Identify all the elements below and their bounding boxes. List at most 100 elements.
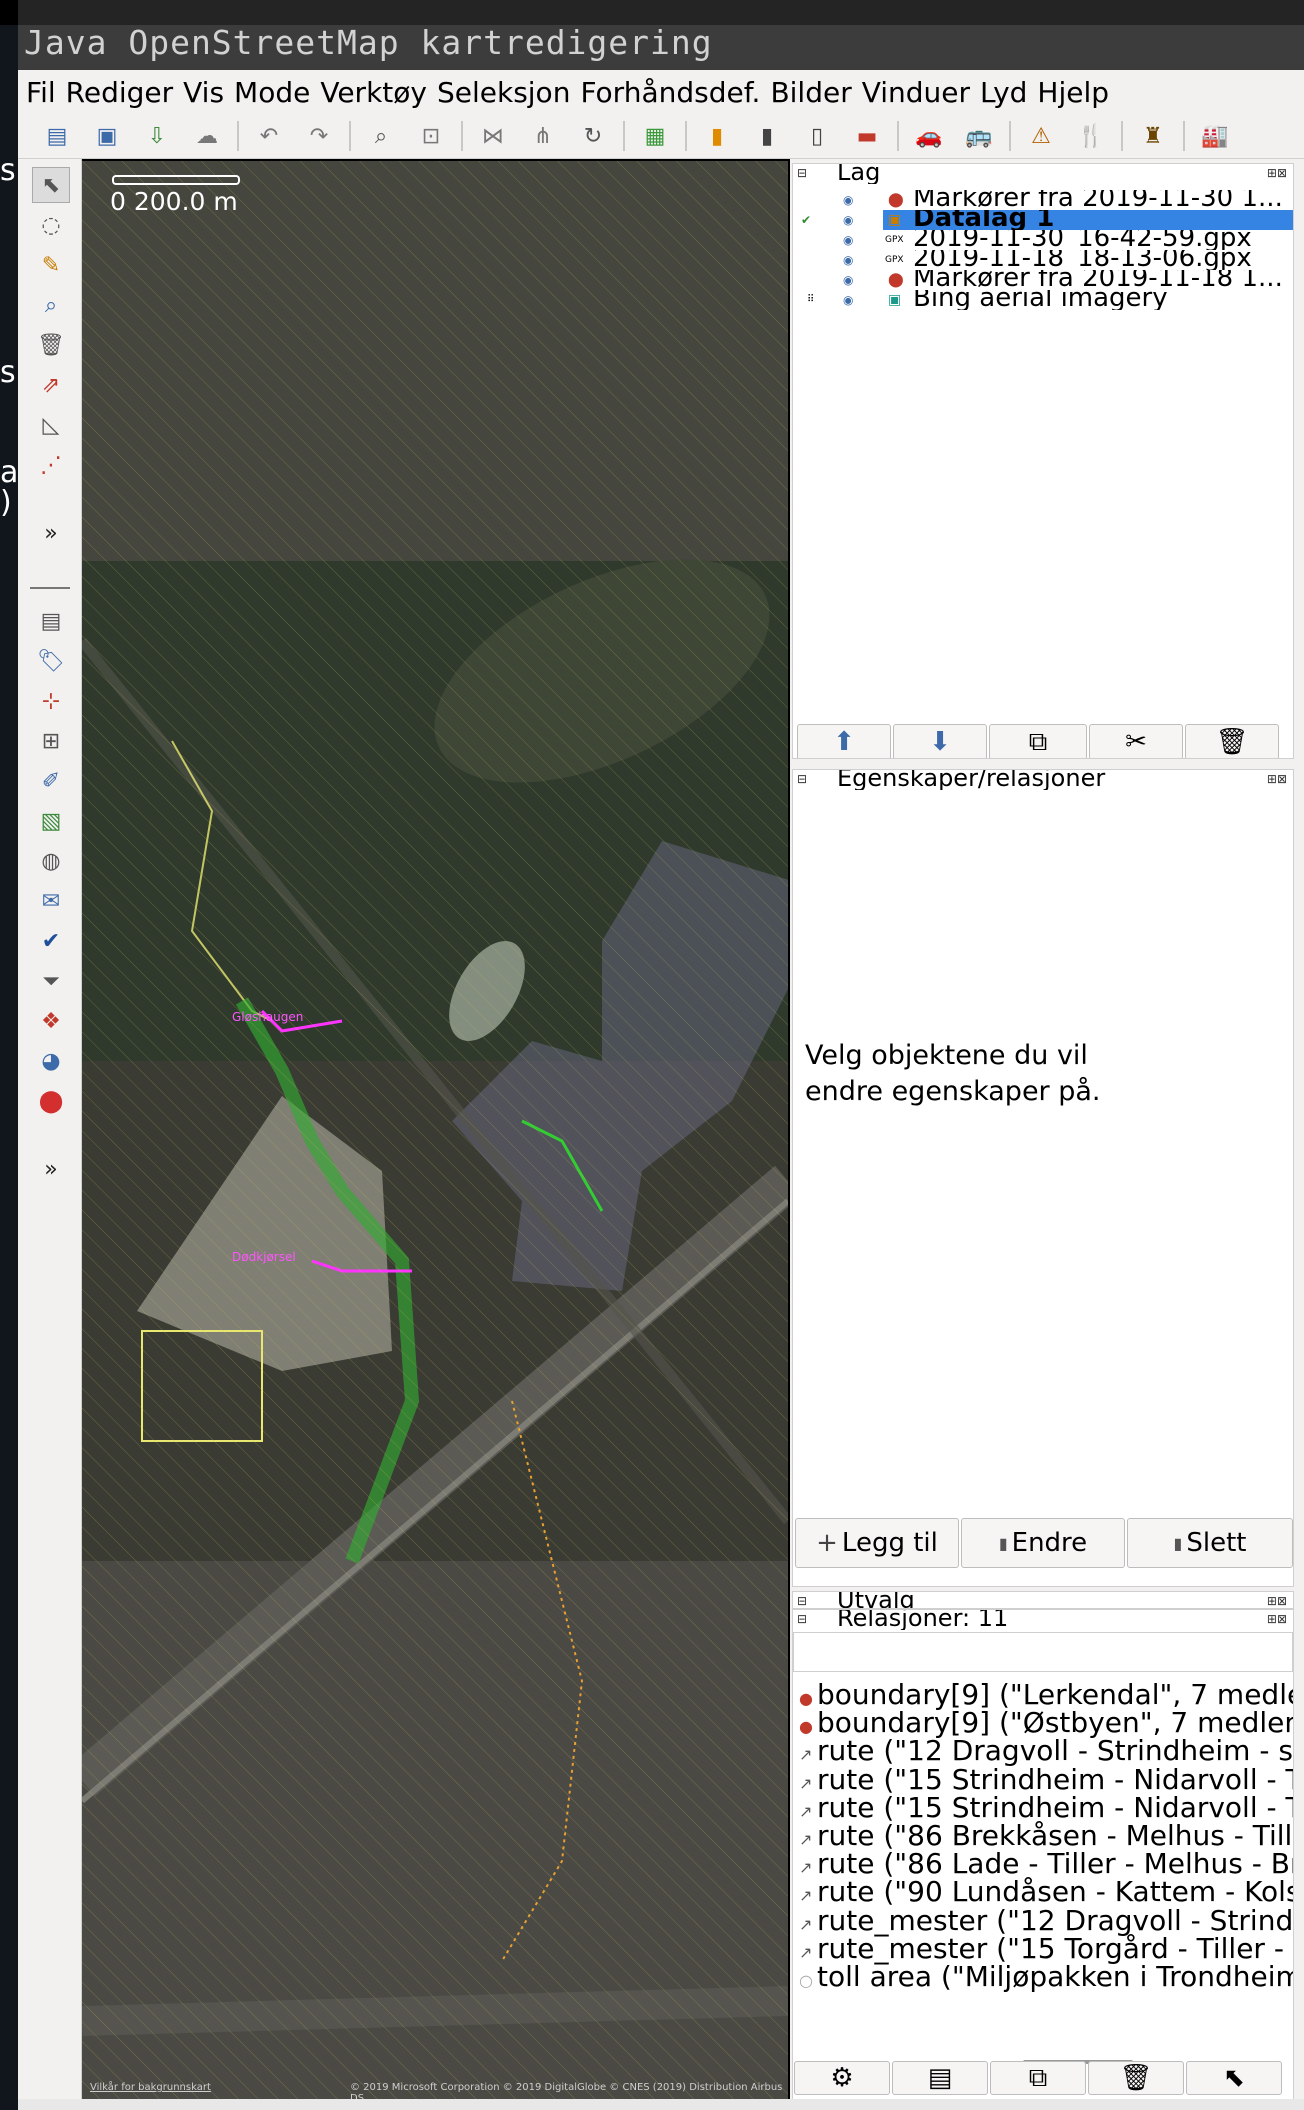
bus-icon[interactable]: 🚌 [961, 118, 997, 154]
panel-controls-icon[interactable]: ⊞⊠ [1267, 772, 1287, 786]
menu-forhandsdef[interactable]: Forhåndsdef. [578, 76, 768, 109]
save-icon[interactable]: ▣ [89, 118, 125, 154]
map-paint-icon[interactable]: ◕ [32, 1043, 70, 1079]
lasso-tool-icon[interactable]: ◌ [32, 207, 70, 243]
zoom-fit-icon[interactable]: ⊡ [413, 118, 449, 154]
menu-seleksjon[interactable]: Seleksjon [435, 76, 578, 109]
menu-vinduer[interactable]: Vinduer [860, 76, 978, 109]
selection-panel-header[interactable]: ⊟ Utvalg ⊞⊠ [793, 1592, 1293, 1608]
notes-toggle-icon[interactable]: ✉ [32, 883, 70, 919]
relation-filter-input[interactable] [793, 1632, 1293, 1672]
parking-icon[interactable]: ▬ [849, 118, 885, 154]
title-bar[interactable]: Java OpenStreetMap kartredigering [18, 0, 1304, 70]
map-view[interactable]: Gløshaugen Dødkjørsel 0 200.0 m Vilkår f… [82, 161, 788, 2100]
warning-icon[interactable]: ⚠ [1023, 118, 1059, 154]
panel-controls-icon[interactable]: ⊞⊠ [1267, 1594, 1287, 1608]
eye-icon[interactable]: ◉ [843, 250, 853, 270]
collapse-icon[interactable]: ⊟ [797, 772, 807, 786]
layer-row-active[interactable]: ✔ ◉ ▣ Datalag 1 [793, 210, 1293, 230]
properties-button-row: + Legg til ▮ Endre ▮ Slett [795, 1518, 1293, 1568]
traffic-light-icon[interactable]: ▮ [699, 118, 735, 154]
move-up-icon[interactable]: ⬆ [797, 724, 891, 758]
layer-row[interactable]: ◉ ⬤ Markører fra 2019-11-30 1... [793, 190, 1293, 210]
collapse-icon[interactable]: ⊟ [797, 1594, 807, 1608]
extrude-tool-icon[interactable]: ⋰ [32, 447, 70, 483]
layers-toggle-icon[interactable]: ▤ [32, 603, 70, 639]
menu-fil[interactable]: Fil [24, 76, 64, 109]
draw-tool-icon[interactable]: ✎ [32, 247, 70, 283]
menu-rediger[interactable]: Rediger [64, 76, 182, 109]
menu-vis[interactable]: Vis [181, 76, 232, 109]
delete-layer-icon[interactable]: 🗑 [1185, 724, 1279, 758]
menu-lyd[interactable]: Lyd [978, 76, 1035, 109]
delete-tag-button[interactable]: ▮ Slett [1127, 1518, 1293, 1568]
zoom-tool-icon[interactable]: ⌕ [32, 287, 70, 323]
zoom-area-icon[interactable]: ⌕ [363, 118, 399, 154]
layer-row[interactable]: ◉ GPX 2019-11-30_16-42-59.gpx [793, 230, 1293, 250]
menu-mode[interactable]: Mode [232, 76, 318, 109]
relations-panel-header[interactable]: ⊟ Relasjoner: 11 ⊞⊠ [793, 1610, 1293, 1630]
move-down-icon[interactable]: ⬇ [893, 724, 987, 758]
menu-verktoy[interactable]: Verktøy [318, 76, 435, 109]
panel-controls-icon[interactable]: ⊞⊠ [1267, 1612, 1287, 1626]
history-toggle-icon[interactable]: ◍ [32, 843, 70, 879]
eye-icon[interactable]: ◉ [843, 210, 853, 230]
relation-settings-icon[interactable]: ⚙ [794, 2061, 890, 2095]
collapse-icon[interactable]: ⊟ [797, 1612, 807, 1626]
delete-tool-icon[interactable]: 🗑 [32, 327, 70, 363]
marker-pin-icon[interactable]: ⬤ [32, 1083, 70, 1119]
layers-panel-header[interactable]: ⊟ Lag ⊞⊠ [793, 164, 1293, 184]
collapse-icon[interactable]: ⊟ [797, 166, 807, 180]
upload-icon[interactable]: ☁ [189, 118, 225, 154]
layer-row[interactable]: ◉ ⬤ Markører fra 2019-11-18 1... [793, 270, 1293, 290]
edit-tag-button[interactable]: ▮ Endre [961, 1518, 1125, 1568]
properties-panel-header[interactable]: ⊟ Egenskaper/relasjoner ⊞⊠ [793, 770, 1293, 790]
merge-layer-icon[interactable]: ⧉ [989, 724, 1087, 758]
download-icon[interactable]: ⇩ [139, 118, 175, 154]
commands-toggle-icon[interactable]: ✐ [32, 763, 70, 799]
merge-icon[interactable]: ⋈ [475, 118, 511, 154]
castle-icon[interactable]: ♜ [1135, 118, 1171, 154]
relation-duplicate-icon[interactable]: ⧉ [990, 2061, 1086, 2095]
menu-hjelp[interactable]: Hjelp [1035, 76, 1117, 109]
relation-edit-icon[interactable]: ▤ [892, 2061, 988, 2095]
industry-icon[interactable]: 🏭 [1197, 118, 1233, 154]
drag-handle-icon[interactable]: ⠿ [807, 290, 814, 310]
eye-icon[interactable]: ◉ [843, 270, 853, 290]
relations-toggle-icon[interactable]: ⊞ [32, 723, 70, 759]
layer-row[interactable]: ◉ GPX 2019-11-18_18-13-06.gpx [793, 250, 1293, 270]
relation-delete-icon[interactable]: 🗑 [1088, 2061, 1184, 2095]
eye-icon[interactable]: ◉ [843, 190, 853, 210]
restaurant-icon[interactable]: 🍴 [1073, 118, 1109, 154]
duplicate-layer-icon[interactable]: ✂ [1089, 724, 1183, 758]
parallel-tool-icon[interactable]: ⇗ [32, 367, 70, 403]
attribution-link[interactable]: Vilkår for bakgrunnskart [90, 2082, 211, 2093]
validator-check-icon[interactable]: ✔ [32, 923, 70, 959]
layer-row[interactable]: ⠿ ◉ ▣ Bing aerial imagery [793, 290, 1293, 310]
select-tool-icon[interactable]: ⬉ [32, 167, 70, 203]
tags-toggle-icon[interactable]: 🏷 [32, 643, 70, 679]
authors-toggle-icon[interactable]: ❖ [32, 1003, 70, 1039]
car-icon[interactable]: 🚗 [911, 118, 947, 154]
undo-icon[interactable]: ↶ [251, 118, 287, 154]
selection-toggle-icon[interactable]: ⊹ [32, 683, 70, 719]
add-tag-button[interactable]: + Legg til [795, 1518, 959, 1568]
validation-toggle-icon[interactable]: ▧ [32, 803, 70, 839]
building-icon[interactable]: ▮ [749, 118, 785, 154]
filter-toggle-icon[interactable]: ⏷ [32, 963, 70, 999]
redo-icon[interactable]: ↷ [301, 118, 337, 154]
improve-way-tool-icon[interactable]: ◺ [32, 407, 70, 443]
relation-list-item[interactable]: ○ toll area ("Miljøpakken i Trondheim", [799, 1960, 1293, 1996]
panel-controls-icon[interactable]: ⊞⊠ [1267, 166, 1287, 180]
split-icon[interactable]: ⋔ [525, 118, 561, 154]
refresh-icon[interactable]: ↻ [575, 118, 611, 154]
eye-icon[interactable]: ◉ [843, 230, 853, 250]
more-tools-icon[interactable]: » [32, 515, 70, 551]
eye-icon[interactable]: ◉ [843, 290, 853, 310]
grid-icon[interactable]: ▦ [637, 118, 673, 154]
relation-select-icon[interactable]: ⬉ [1186, 2061, 1282, 2095]
tower-icon[interactable]: ▯ [799, 118, 835, 154]
open-file-icon[interactable]: ▤ [39, 118, 75, 154]
more-toggles-icon[interactable]: » [32, 1151, 70, 1187]
menu-bilder[interactable]: Bilder [768, 76, 859, 109]
